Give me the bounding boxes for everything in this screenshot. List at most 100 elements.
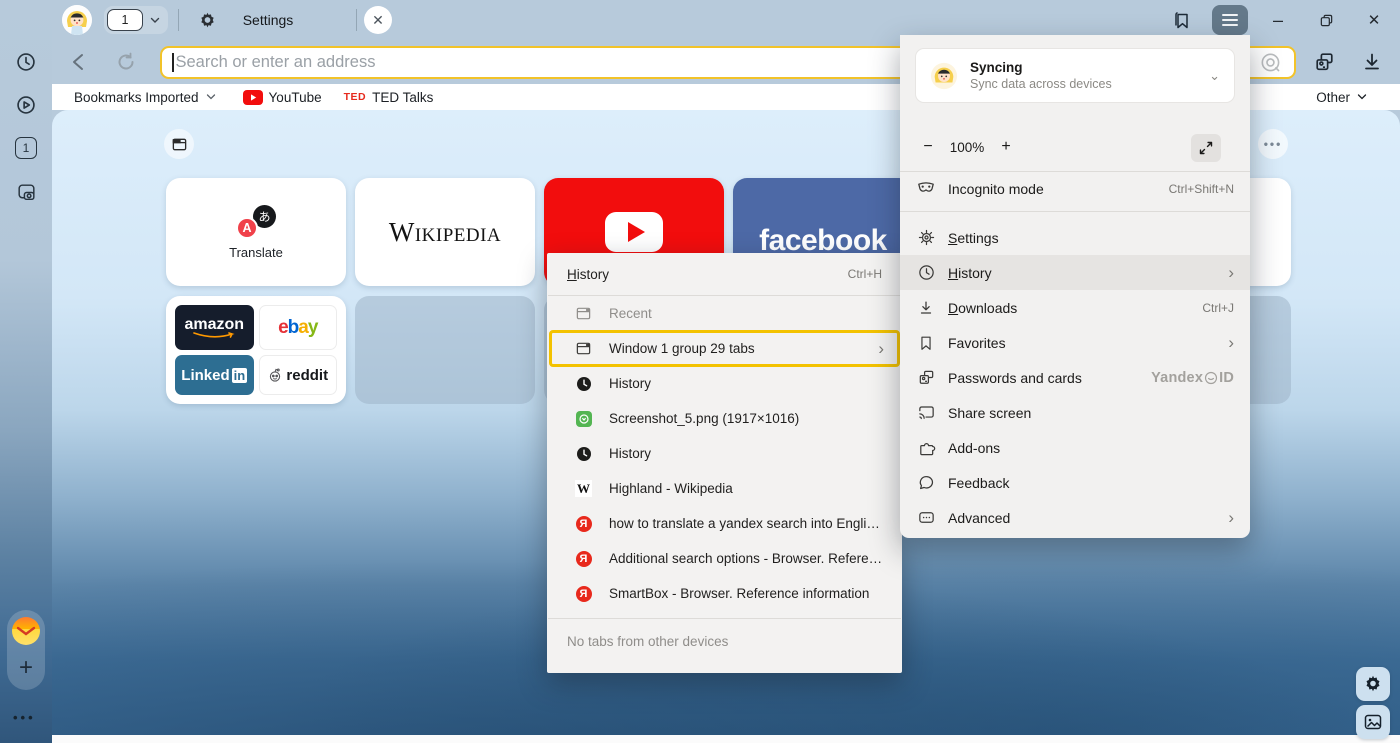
menu-item-advanced[interactable]: Advanced ›	[900, 500, 1250, 535]
menu-item-label: Settings	[948, 230, 999, 246]
close-icon: ✕	[372, 12, 384, 29]
tab-group-pill[interactable]: 1	[104, 6, 168, 34]
chevron-right-icon: ›	[1228, 509, 1234, 526]
dial-tile-wikipedia[interactable]: Wikipedia	[355, 178, 535, 286]
history-item-yandex[interactable]: Я Additional search options - Browser. R…	[547, 541, 902, 576]
download-icon	[916, 298, 936, 318]
linkedin-tile[interactable]: Linked in	[175, 355, 254, 395]
left-sidebar: 1 + •••	[0, 0, 52, 743]
menu-item-history[interactable]: History ›	[900, 255, 1250, 290]
ebay-tile[interactable]: ebay	[259, 305, 338, 350]
history-icon[interactable]	[9, 45, 43, 79]
history-item[interactable]: History	[547, 366, 902, 401]
fullscreen-button[interactable]	[1191, 134, 1221, 162]
dial-more-button[interactable]: •••	[1258, 129, 1288, 159]
profile-avatar	[930, 62, 958, 90]
passwords-toolbar-icon[interactable]	[1312, 50, 1337, 80]
yandex-mail-icon[interactable]	[12, 617, 40, 645]
history-item-yandex[interactable]: Я how to translate a yandex search into …	[547, 506, 902, 541]
restore-icon	[1319, 13, 1334, 28]
minimize-button[interactable]: –	[1256, 0, 1300, 40]
tab-title: Settings	[243, 12, 294, 28]
downloads-toolbar-icon[interactable]	[1360, 50, 1384, 79]
menu-item-feedback[interactable]: Feedback	[900, 465, 1250, 500]
menu-item-favorites[interactable]: Favorites ›	[900, 325, 1250, 360]
window-close-button[interactable]: ✕	[1352, 0, 1396, 40]
maximize-button[interactable]	[1304, 0, 1348, 40]
browser-window: 1 + ••• 1 Settings ✕ – ✕	[0, 0, 1400, 743]
history-item-screenshot[interactable]: Screenshot_5.png (1917×1016)	[547, 401, 902, 436]
zoom-in-button[interactable]: +	[993, 134, 1019, 160]
chevron-down-icon	[205, 91, 217, 103]
window-switcher-icon[interactable]	[164, 129, 194, 159]
ellipsis-box-icon	[916, 508, 936, 528]
reload-button[interactable]	[114, 50, 138, 79]
menu-item-incognito[interactable]: Incognito mode Ctrl+Shift+N	[900, 171, 1250, 206]
dial-settings-button[interactable]	[1356, 667, 1390, 701]
amazon-smile-icon	[192, 331, 236, 339]
clock-icon	[575, 445, 592, 462]
menu-item-passwords[interactable]: Passwords and cards Yandex ID	[900, 360, 1250, 395]
sidebar-add-button[interactable]: +	[9, 652, 43, 684]
clock-icon	[916, 263, 936, 283]
menu-item-label: Advanced	[948, 510, 1010, 526]
fullscreen-icon	[1198, 140, 1214, 156]
sync-subtitle: Sync data across devices	[970, 77, 1112, 91]
image-search-icon[interactable]	[1258, 50, 1284, 76]
profile-avatar[interactable]	[62, 5, 92, 35]
wallpaper-button[interactable]	[1356, 705, 1390, 739]
menu-item-downloads[interactable]: Downloads Ctrl+J	[900, 290, 1250, 325]
yandex-icon: Я	[575, 550, 592, 567]
zoom-out-button[interactable]: −	[915, 134, 941, 160]
menu-item-label: History	[948, 265, 992, 281]
video-play-icon[interactable]	[9, 88, 43, 122]
yandex-icon: Я	[575, 515, 592, 532]
bookmark-ted[interactable]: TED TED Talks	[344, 90, 434, 105]
menu-item-label: how to translate a yandex search into En…	[609, 516, 884, 531]
menu-item-settings[interactable]: Settings	[900, 220, 1250, 255]
history-menu-header[interactable]: History Ctrl+H	[547, 253, 902, 295]
reddit-alien-icon	[267, 367, 283, 383]
dial-tile-translate[interactable]: あ A Translate	[166, 178, 346, 286]
bookmark-label: YouTube	[269, 90, 322, 105]
active-tab[interactable]: Settings	[180, 0, 356, 40]
screenshot-icon[interactable]	[9, 175, 43, 209]
wikipedia-wordmark: Wikipedia	[389, 217, 501, 248]
ebay-letter: a	[298, 317, 308, 339]
browser-menu-button[interactable]	[1212, 5, 1248, 35]
menu-item-label: Feedback	[948, 475, 1009, 491]
bookmarks-flag-icon[interactable]	[1168, 8, 1196, 34]
youtube-icon	[243, 90, 263, 105]
history-item[interactable]: History	[547, 436, 902, 471]
tabs-panel-icon[interactable]: 1	[9, 131, 43, 165]
history-item-recent[interactable]: Recent	[547, 296, 902, 331]
menu-item-label: Passwords and cards	[948, 370, 1082, 386]
back-button[interactable]	[66, 50, 90, 79]
menu-item-label: Recent	[609, 306, 652, 321]
menu-item-addons[interactable]: Add-ons	[900, 430, 1250, 465]
image-file-icon	[575, 410, 592, 427]
sync-card[interactable]: Syncing Sync data across devices ⌄	[915, 48, 1235, 103]
yandex-icon: Я	[575, 585, 592, 602]
dial-tile-empty[interactable]	[355, 296, 535, 404]
history-item-yandex[interactable]: Я SmartBox - Browser. Reference informat…	[547, 576, 902, 611]
bookmarks-folder[interactable]: Bookmarks Imported	[74, 90, 217, 105]
reddit-tile[interactable]: reddit	[259, 355, 338, 395]
sidebar-more-button[interactable]: •••	[13, 710, 36, 725]
menu-item-label: History	[609, 446, 651, 461]
history-item-window-group[interactable]: Window 1 group 29 tabs ›	[547, 331, 902, 366]
tab-close-button[interactable]: ✕	[364, 6, 392, 34]
sync-text: Syncing Sync data across devices	[970, 60, 1112, 91]
amazon-tile[interactable]: amazon	[175, 305, 254, 350]
bookmarks-other-folder[interactable]: Other	[1316, 90, 1368, 105]
menu-item-label: Share screen	[948, 405, 1031, 421]
tab-divider	[356, 9, 357, 31]
ebay-letter: e	[278, 317, 288, 339]
tab-divider	[178, 9, 179, 31]
history-item-wikipedia[interactable]: W Highland - Wikipedia	[547, 471, 902, 506]
menu-item-share-screen[interactable]: Share screen	[900, 395, 1250, 430]
bookmark-youtube[interactable]: YouTube	[243, 90, 322, 105]
window-icon	[575, 305, 592, 322]
bookmarks-folder-label: Bookmarks Imported	[74, 90, 199, 105]
dial-tile-shopping-group[interactable]: amazon ebay Linked in reddit	[166, 296, 346, 404]
